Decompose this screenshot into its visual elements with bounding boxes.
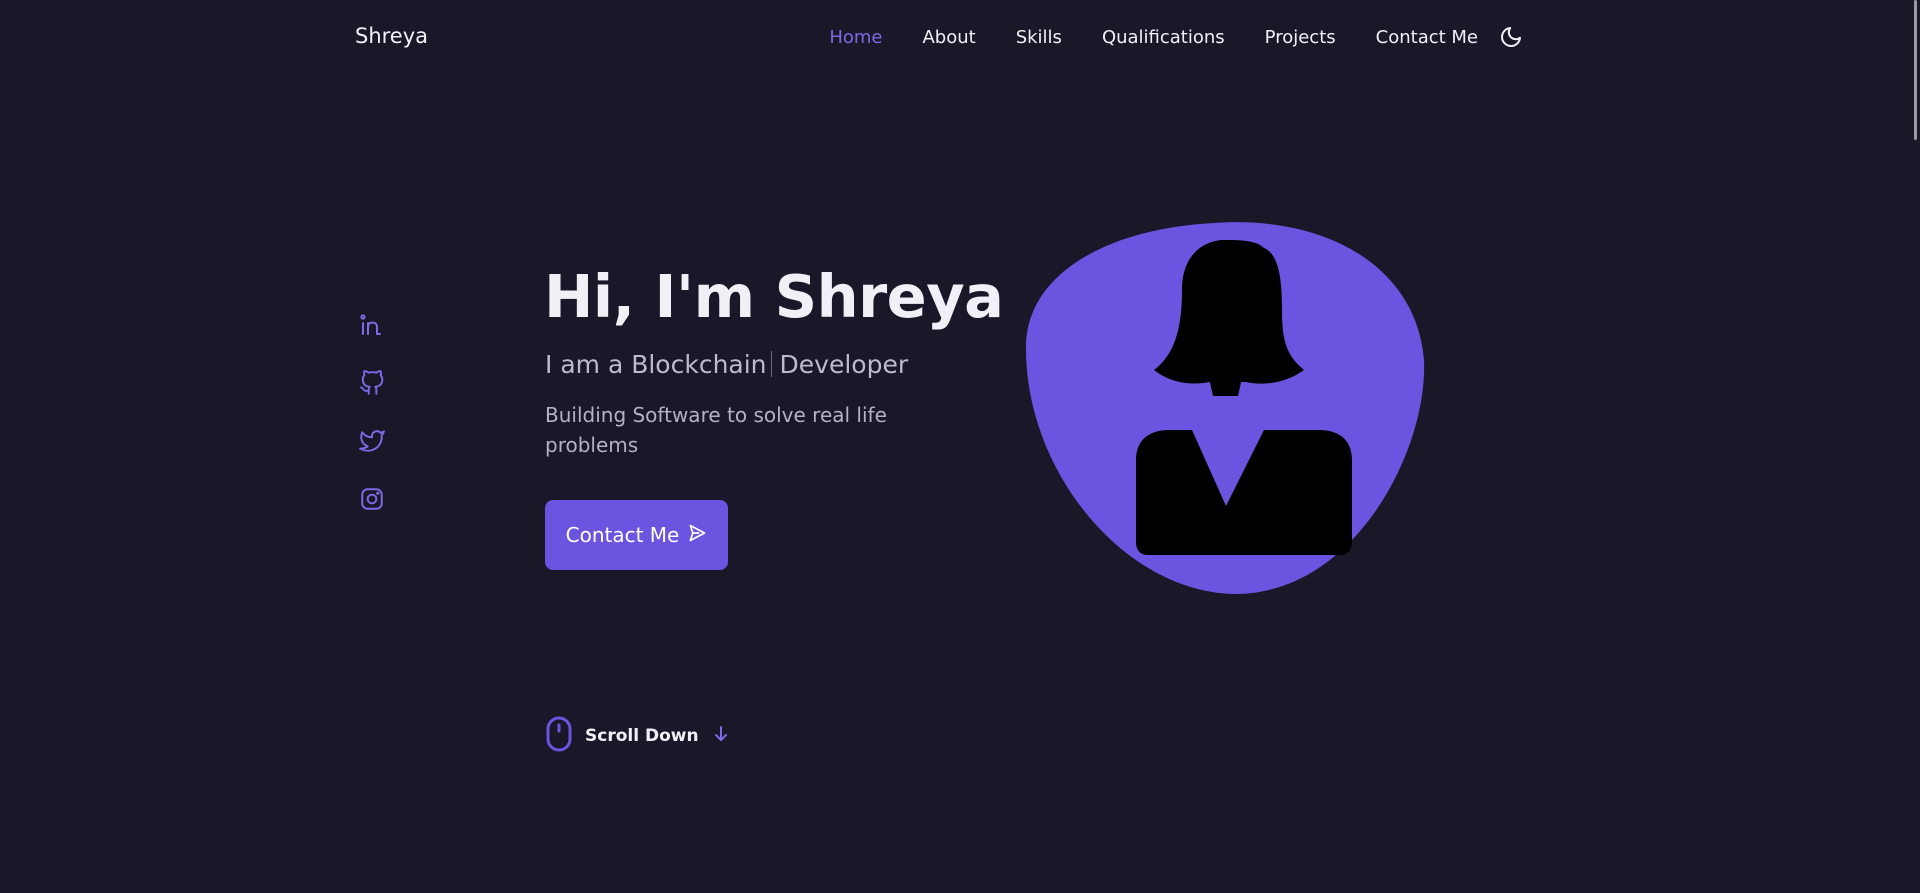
nav-item-projects[interactable]: Projects — [1265, 27, 1336, 48]
main-nav: Home About Skills Qualifications Project… — [789, 24, 1524, 50]
social-links — [358, 312, 386, 512]
brand-logo[interactable]: Shreya — [355, 24, 428, 48]
scrollbar[interactable] — [1914, 0, 1917, 140]
scroll-down-link[interactable]: Scroll Down — [545, 716, 729, 756]
instagram-icon[interactable] — [358, 486, 386, 512]
nav-item-skills[interactable]: Skills — [1016, 27, 1062, 48]
twitter-icon[interactable] — [358, 428, 386, 454]
nav-item-about[interactable]: About — [922, 27, 975, 48]
nav-item-contact[interactable]: Contact Me — [1376, 27, 1478, 48]
subtitle-prefix: I am a Blockchain — [545, 350, 767, 379]
scroll-down-label: Scroll Down — [585, 726, 699, 746]
nav-item-home[interactable]: Home — [829, 27, 882, 48]
github-icon[interactable] — [358, 370, 386, 396]
subtitle-role: Developer — [779, 350, 909, 379]
arrow-down-icon — [713, 725, 729, 747]
typing-cursor — [770, 351, 772, 377]
linkedin-icon[interactable] — [358, 312, 386, 338]
nav-item-qualifications[interactable]: Qualifications — [1102, 27, 1225, 48]
hero-subtitle: I am a Blockchain Developer — [545, 350, 908, 379]
mouse-icon — [545, 716, 573, 756]
hero-title: Hi, I'm Shreya — [544, 262, 1004, 331]
contact-me-button[interactable]: Contact Me — [545, 500, 728, 570]
send-icon — [687, 523, 707, 548]
hero-description: Building Software to solve real life pro… — [545, 403, 887, 457]
profile-blob — [1024, 220, 1428, 596]
contact-me-label: Contact Me — [565, 523, 680, 547]
moon-icon[interactable] — [1498, 24, 1524, 50]
